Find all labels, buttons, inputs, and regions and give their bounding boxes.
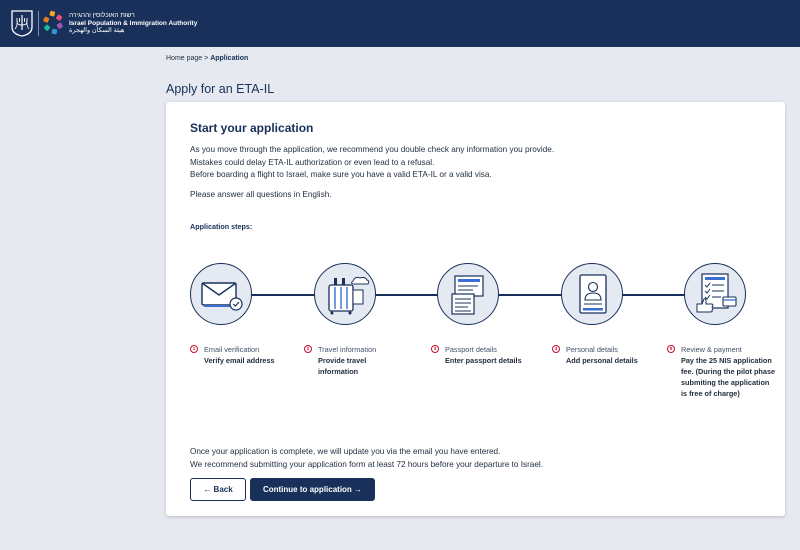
- page-title: Apply for an ETA-IL: [166, 82, 275, 96]
- step-name: Personal details: [566, 345, 618, 354]
- step-action: Verify email address: [204, 356, 275, 365]
- step-number-badge: 3: [431, 345, 439, 353]
- step-number-badge: 5: [667, 345, 675, 353]
- step-2-illustration: [314, 263, 376, 325]
- luggage-icon: [328, 276, 370, 315]
- authority-name: רשות האוכלוסין וההגירה Israel Population…: [69, 12, 197, 35]
- checklist-payment-icon: [696, 273, 737, 313]
- step-5-illustration: [684, 263, 746, 325]
- step-name: Email verification: [204, 345, 260, 354]
- state-emblem-icon: [11, 10, 33, 37]
- authority-logo-icon: [43, 10, 63, 35]
- step-3-illustration: [437, 263, 499, 325]
- step-1-illustration: [190, 263, 252, 325]
- step-action: Enter passport details: [445, 356, 522, 365]
- header-divider: [38, 11, 39, 36]
- continue-to-application-button[interactable]: Continue to application →: [250, 478, 375, 501]
- application-card: Start your application As you move throu…: [166, 102, 785, 516]
- intro-line: As you move through the application, we …: [190, 145, 555, 154]
- step-name: Review & payment: [681, 345, 742, 354]
- envelope-check-icon: [201, 282, 243, 311]
- step-action: Provide travel information: [318, 356, 367, 376]
- outro-line: We recommend submitting your application…: [190, 459, 543, 469]
- step-action: Add personal details: [566, 356, 638, 365]
- step-action: Pay the 25 NIS application fee. (During …: [681, 356, 776, 398]
- step-number-badge: 4: [552, 345, 560, 353]
- back-button[interactable]: ← Back: [190, 478, 246, 501]
- authority-name-arabic: هيئة السكان والهجرة: [69, 27, 125, 35]
- intro-text: As you move through the application, we …: [190, 144, 554, 182]
- step-4-illustration: [561, 263, 623, 325]
- step-number-badge: 1: [190, 345, 198, 353]
- step-number-badge: 2: [304, 345, 312, 353]
- passport-icon: [451, 275, 484, 315]
- outro-line: Once your application is complete, we wi…: [190, 447, 501, 456]
- breadcrumb-current: Application: [210, 55, 249, 62]
- id-card-icon: [579, 274, 607, 314]
- authority-name-hebrew: רשות האוכלוסין וההגירה: [69, 12, 135, 19]
- breadcrumb-home-link[interactable]: Home page: [166, 55, 202, 62]
- breadcrumb: Home page > Application: [166, 55, 248, 62]
- intro-line: Before boarding a flight to Israel, make…: [190, 170, 492, 179]
- card-title: Start your application: [190, 121, 314, 135]
- steps-heading: Application steps:: [190, 222, 253, 231]
- intro-line: Mistakes could delay ETA-IL authorizatio…: [190, 157, 435, 167]
- step-name: Travel information: [318, 345, 377, 354]
- top-header: רשות האוכלוסין וההגירה Israel Population…: [0, 0, 800, 47]
- outro-text: Once your application is complete, we wi…: [190, 446, 543, 471]
- english-note: Please answer all questions in English.: [190, 190, 332, 199]
- breadcrumb-separator: >: [202, 55, 211, 62]
- step-name: Passport details: [445, 345, 497, 354]
